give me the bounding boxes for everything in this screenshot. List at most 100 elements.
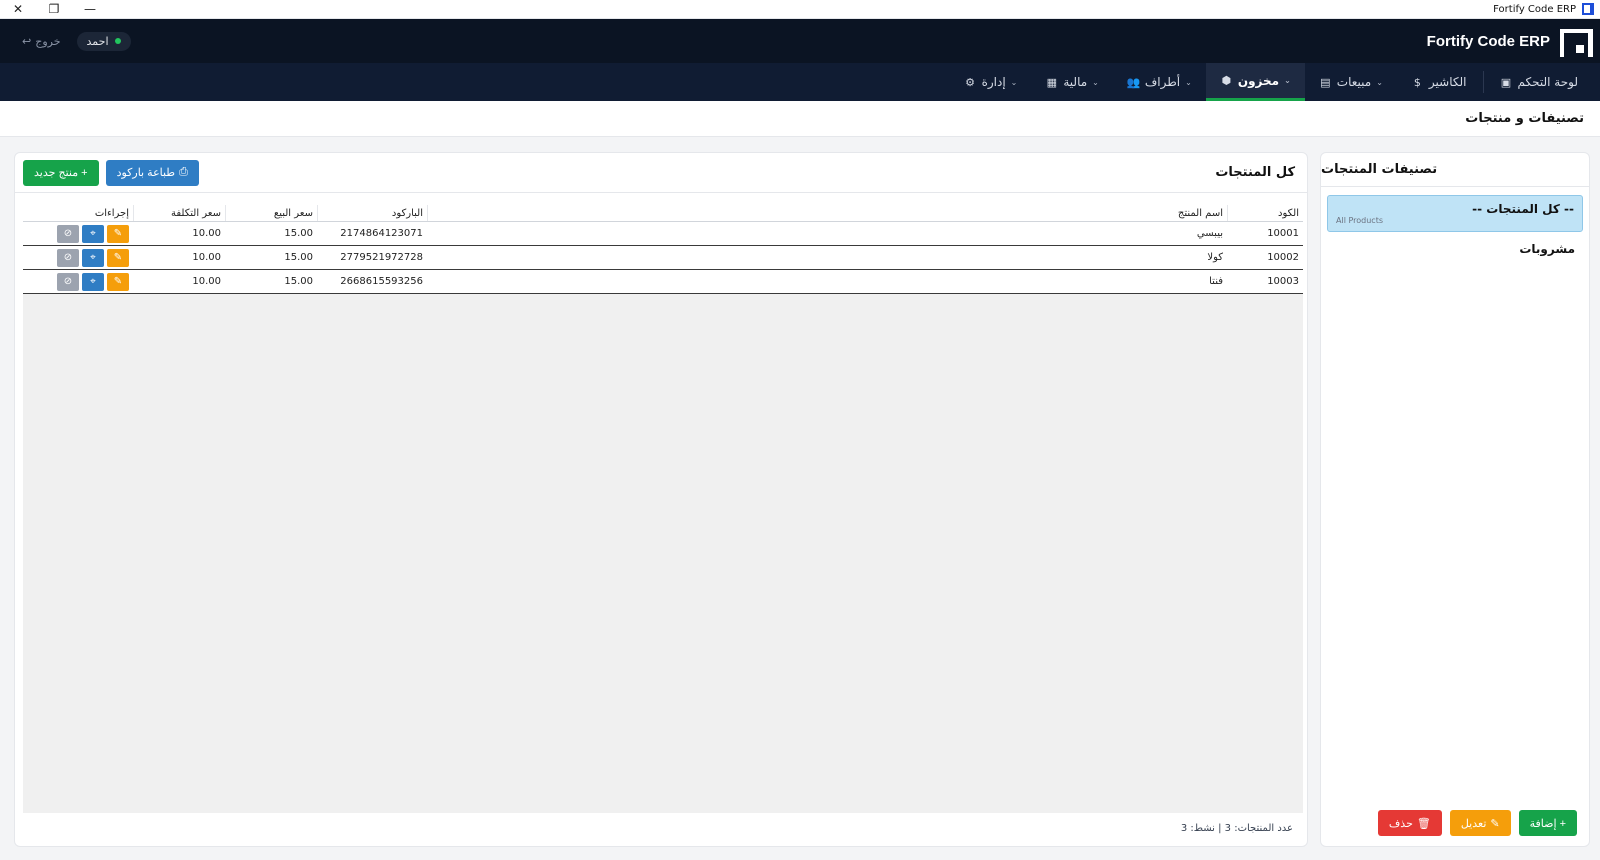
category-label: -- كل المنتجات -- <box>1472 202 1574 216</box>
products-panel: + منتج جديد ⎙ طباعة باركود كل المنتجات ا… <box>14 152 1308 847</box>
cell-sale-price: 15.00 <box>284 228 313 239</box>
column-header-barcode[interactable]: الباركود <box>317 205 427 221</box>
nav-parties[interactable]: 👥 أطراف ⌄ <box>1113 63 1206 101</box>
minimize-window-icon[interactable]: — <box>72 0 108 19</box>
table-row[interactable]: 10002 كولا 2779521972728 15.00 10.00 ⊘ ⌖… <box>23 246 1303 270</box>
tag-icon[interactable]: ⌖ <box>82 224 104 243</box>
category-item-all[interactable]: -- كل المنتجات -- All Products <box>1327 195 1583 232</box>
column-header-name[interactable]: اسم المنتج <box>427 205 1227 221</box>
cell-barcode: 2174864123071 <box>340 228 423 239</box>
cell-code: 10002 <box>1267 252 1299 263</box>
tag-icon[interactable]: ⌖ <box>82 272 104 291</box>
category-sublabel: All Products <box>1336 216 1384 225</box>
table-row[interactable]: 10001 بيبسي 2174864123071 15.00 10.00 ⊘ … <box>23 222 1303 246</box>
printer-icon: ⎙ <box>179 166 188 178</box>
chevron-down-icon: ⌄ <box>1284 76 1291 85</box>
main-nav: ▣ لوحة التحكم $ الكاشير ▤ مبيعات ⌄ ⬢ مخز… <box>0 63 1600 101</box>
category-item-drinks[interactable]: مشروبات <box>1327 236 1583 262</box>
nav-label: مبيعات <box>1336 75 1372 89</box>
app-logo-icon <box>1582 3 1594 15</box>
nav-label: مخزون <box>1237 73 1280 88</box>
logout-label: خروج <box>35 34 61 48</box>
nav-sales[interactable]: ▤ مبيعات ⌄ <box>1305 63 1397 101</box>
brand-logo-icon <box>1560 29 1593 57</box>
edit-category-label: تعديل <box>1460 817 1487 830</box>
nav-finance[interactable]: ▦ مالية ⌄ <box>1031 63 1113 101</box>
products-toolbar: + منتج جديد ⎙ طباعة باركود <box>23 159 199 186</box>
category-label: مشروبات <box>1519 242 1575 256</box>
cell-name: فنتا <box>1209 276 1223 287</box>
print-barcode-button[interactable]: ⎙ طباعة باركود <box>105 159 199 186</box>
products-summary: عدد المنتجات: 3 | نشط: 3 <box>1180 823 1293 834</box>
products-table: الكود اسم المنتج الباركود سعر البيع سعر … <box>23 205 1303 813</box>
categories-panel: تصنيفات المنتجات -- كل المنتجات -- All P… <box>1320 152 1590 847</box>
categories-list: -- كل المنتجات -- All Products مشروبات <box>1321 187 1589 274</box>
brand: Fortify Code ERP <box>1426 29 1593 57</box>
chevron-down-icon: ⌄ <box>1376 77 1383 87</box>
disable-icon[interactable]: ⊘ <box>57 272 79 291</box>
restore-window-icon[interactable]: ❐ <box>36 0 72 19</box>
cashier-icon: $ <box>1413 75 1421 89</box>
page-header: تصنيفات و منتجات <box>0 101 1600 137</box>
cell-code: 10001 <box>1267 228 1299 239</box>
table-row[interactable]: 10003 فنتا 2668615593256 15.00 10.00 ⊘ ⌖… <box>23 270 1303 294</box>
calculator-icon: ▦ <box>1046 75 1058 89</box>
user-badge[interactable]: احمد <box>76 31 131 51</box>
column-header-sale-price[interactable]: سعر البيع <box>225 205 317 221</box>
row-actions: ⊘ ⌖ ✎ <box>23 246 133 269</box>
cell-cost-price: 10.00 <box>192 276 221 287</box>
online-status-icon <box>114 38 121 44</box>
delete-category-button[interactable]: 🗑 حذف <box>1377 810 1442 836</box>
products-header: + منتج جديد ⎙ طباعة باركود كل المنتجات <box>15 153 1307 193</box>
nav-label: إدارة <box>981 75 1006 89</box>
add-category-button[interactable]: + إضافة <box>1518 810 1577 836</box>
header-user-area: ↩ خروج احمد <box>22 31 131 51</box>
disable-icon[interactable]: ⊘ <box>57 248 79 267</box>
column-header-code[interactable]: الكود <box>1227 205 1303 221</box>
tag-icon[interactable]: ⌖ <box>82 248 104 267</box>
close-window-icon[interactable]: ✕ <box>0 0 36 19</box>
cell-barcode: 2779521972728 <box>340 252 423 263</box>
window-titlebar: ✕ ❐ — Fortify Code ERP <box>0 0 1600 19</box>
users-icon: 👥 <box>1126 75 1141 89</box>
nav-label: أطراف <box>1144 75 1181 89</box>
cell-sale-price: 15.00 <box>284 276 313 287</box>
categories-actions: + إضافة ✎ تعديل 🗑 حذف <box>1321 800 1589 846</box>
box-icon: ⬢ <box>1221 74 1232 87</box>
nav-label: لوحة التحكم <box>1517 75 1579 89</box>
edit-category-button[interactable]: ✎ تعديل <box>1449 810 1511 836</box>
logout-icon: ↩ <box>22 34 32 48</box>
nav-label: مالية <box>1063 75 1088 89</box>
logout-button[interactable]: ↩ خروج <box>22 35 61 48</box>
chevron-down-icon: ⌄ <box>1010 77 1018 87</box>
row-actions: ⊘ ⌖ ✎ <box>23 270 133 293</box>
pencil-icon[interactable]: ✎ <box>107 272 129 291</box>
page-title: تصنيفات و منتجات <box>1465 111 1584 126</box>
cell-barcode: 2668615593256 <box>340 276 423 287</box>
add-category-label: + إضافة <box>1529 817 1566 830</box>
new-product-label: + منتج جديد <box>34 167 88 179</box>
app-header: ↩ خروج احمد Fortify Code ERP <box>0 19 1600 63</box>
nav-admin[interactable]: ⚙ إدارة ⌄ <box>950 63 1032 101</box>
row-actions: ⊘ ⌖ ✎ <box>23 222 133 245</box>
cell-cost-price: 10.00 <box>192 228 221 239</box>
brand-name: Fortify Code ERP <box>1426 32 1550 50</box>
window-title-area: Fortify Code ERP <box>1493 3 1600 15</box>
cell-code: 10003 <box>1267 276 1299 287</box>
pencil-icon[interactable]: ✎ <box>107 224 129 243</box>
nav-label: الكاشير <box>1428 75 1467 89</box>
new-product-button[interactable]: + منتج جديد <box>23 159 99 186</box>
gear-icon: ⚙ <box>965 75 975 89</box>
nav-cashier[interactable]: $ الكاشير <box>1397 63 1481 101</box>
products-title: كل المنتجات <box>1215 165 1295 180</box>
window-controls: ✕ ❐ — <box>0 0 108 18</box>
pencil-icon: ✎ <box>1490 817 1500 830</box>
delete-category-label: حذف <box>1388 817 1413 830</box>
nav-inventory[interactable]: ⬢ مخزون ⌄ <box>1205 63 1305 101</box>
pencil-icon[interactable]: ✎ <box>107 248 129 267</box>
column-header-cost-price[interactable]: سعر التكلفة <box>133 205 225 221</box>
receipt-icon: ▤ <box>1320 75 1331 89</box>
disable-icon[interactable]: ⊘ <box>57 224 79 243</box>
chevron-down-icon: ⌄ <box>1092 77 1099 87</box>
nav-dashboard[interactable]: ▣ لوحة التحكم <box>1486 63 1593 101</box>
